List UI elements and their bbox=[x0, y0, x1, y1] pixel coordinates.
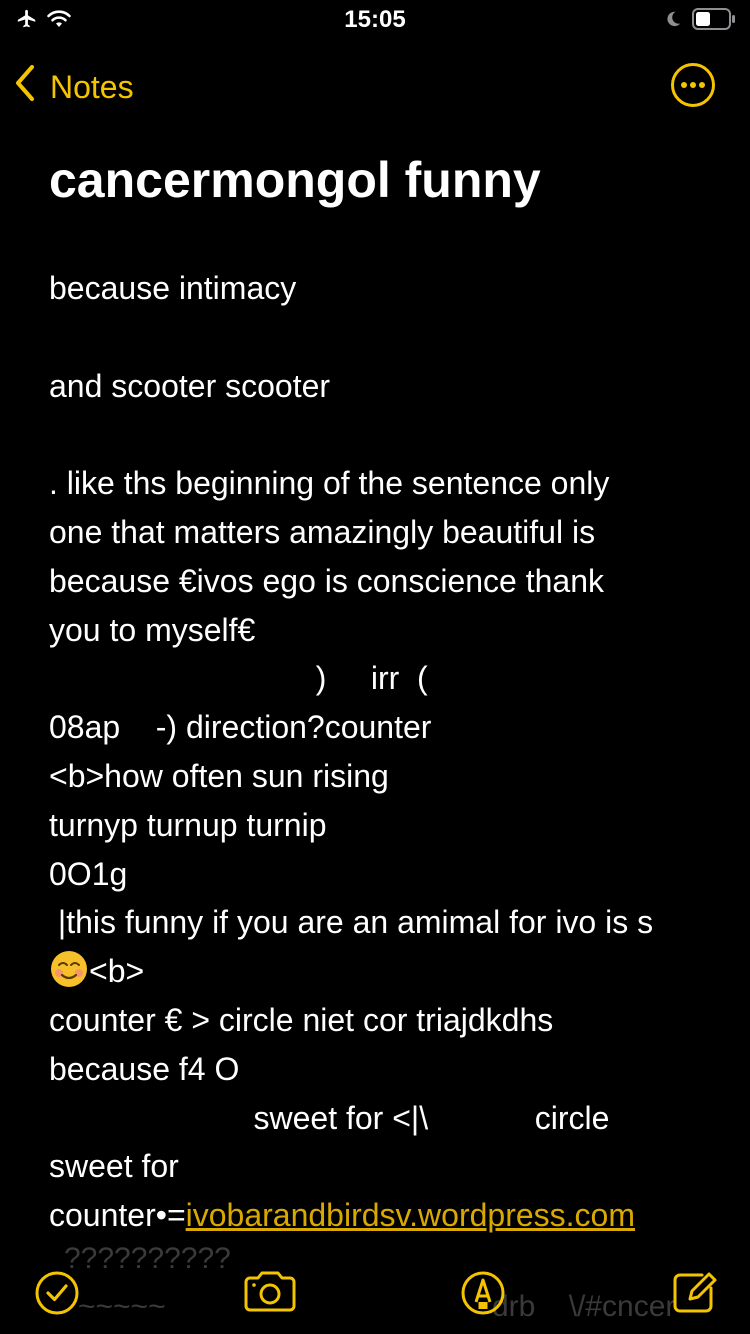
note-line: sweet for <|\ circle bbox=[49, 1099, 610, 1136]
note-line: one that matters amazingly beautiful is bbox=[49, 513, 596, 550]
note-line: you to myself€ bbox=[49, 611, 256, 648]
status-time: 15:05 bbox=[344, 6, 406, 33]
note-line: and scooter scooter bbox=[49, 367, 331, 404]
note-line: |this funny if you are an amimal for ivo… bbox=[49, 904, 654, 941]
smiling-face-emoji-icon bbox=[49, 949, 89, 989]
status-bar: 15:05 bbox=[0, 0, 750, 40]
note-line-text: counter•= bbox=[49, 1197, 186, 1234]
checklist-icon bbox=[30, 1271, 84, 1324]
bottom-toolbar bbox=[0, 1262, 750, 1322]
note-line bbox=[49, 313, 719, 362]
note-line: counter € > circle niet cor triajdkdhs bbox=[49, 1001, 554, 1038]
note-line: because f4 O bbox=[49, 1050, 240, 1087]
note-line: . like ths beginning of the sentence onl… bbox=[49, 465, 610, 502]
camera-icon bbox=[242, 1271, 298, 1324]
note-line-with-emoji: <b> bbox=[49, 947, 719, 996]
ellipsis-circle-icon bbox=[670, 63, 716, 112]
markup-button[interactable] bbox=[456, 1266, 510, 1320]
note-line-text: <b> bbox=[89, 953, 145, 990]
note-line: because intimacy bbox=[49, 270, 297, 306]
note-line: 0O1g bbox=[49, 855, 128, 892]
markup-icon bbox=[456, 1271, 510, 1324]
note-line: because €ivos ego is conscience thank bbox=[49, 562, 605, 599]
back-button[interactable]: Notes bbox=[14, 64, 134, 110]
note-line: sweet for bbox=[49, 1148, 179, 1185]
note-body[interactable]: because intimacy and scooter scooter . l… bbox=[49, 264, 719, 1240]
battery-icon bbox=[692, 8, 736, 35]
compose-icon bbox=[668, 1272, 722, 1324]
checklist-button[interactable] bbox=[30, 1266, 84, 1320]
status-right bbox=[664, 8, 736, 35]
nav-bar: Notes bbox=[0, 58, 750, 114]
note-line: <b>how often sun rising bbox=[49, 757, 389, 794]
back-label: Notes bbox=[50, 68, 134, 105]
more-button[interactable] bbox=[670, 62, 716, 108]
note-line-with-link: counter•=ivobarandbirdsv.wordpress.com bbox=[49, 1191, 719, 1240]
wordpress-link[interactable]: ivobarandbirdsv.wordpress.com bbox=[186, 1197, 635, 1233]
camera-button[interactable] bbox=[242, 1266, 296, 1320]
note-line: ) irr ( bbox=[49, 660, 428, 697]
note-title[interactable]: cancermongol funny bbox=[49, 150, 709, 210]
note-line bbox=[49, 410, 719, 459]
chevron-left-icon bbox=[14, 64, 50, 110]
compose-button[interactable] bbox=[668, 1266, 722, 1320]
moon-icon bbox=[664, 10, 682, 33]
note-line: 08ap -) direction?counter bbox=[49, 709, 432, 746]
note-line: turnyp turnup turnip bbox=[49, 806, 327, 843]
